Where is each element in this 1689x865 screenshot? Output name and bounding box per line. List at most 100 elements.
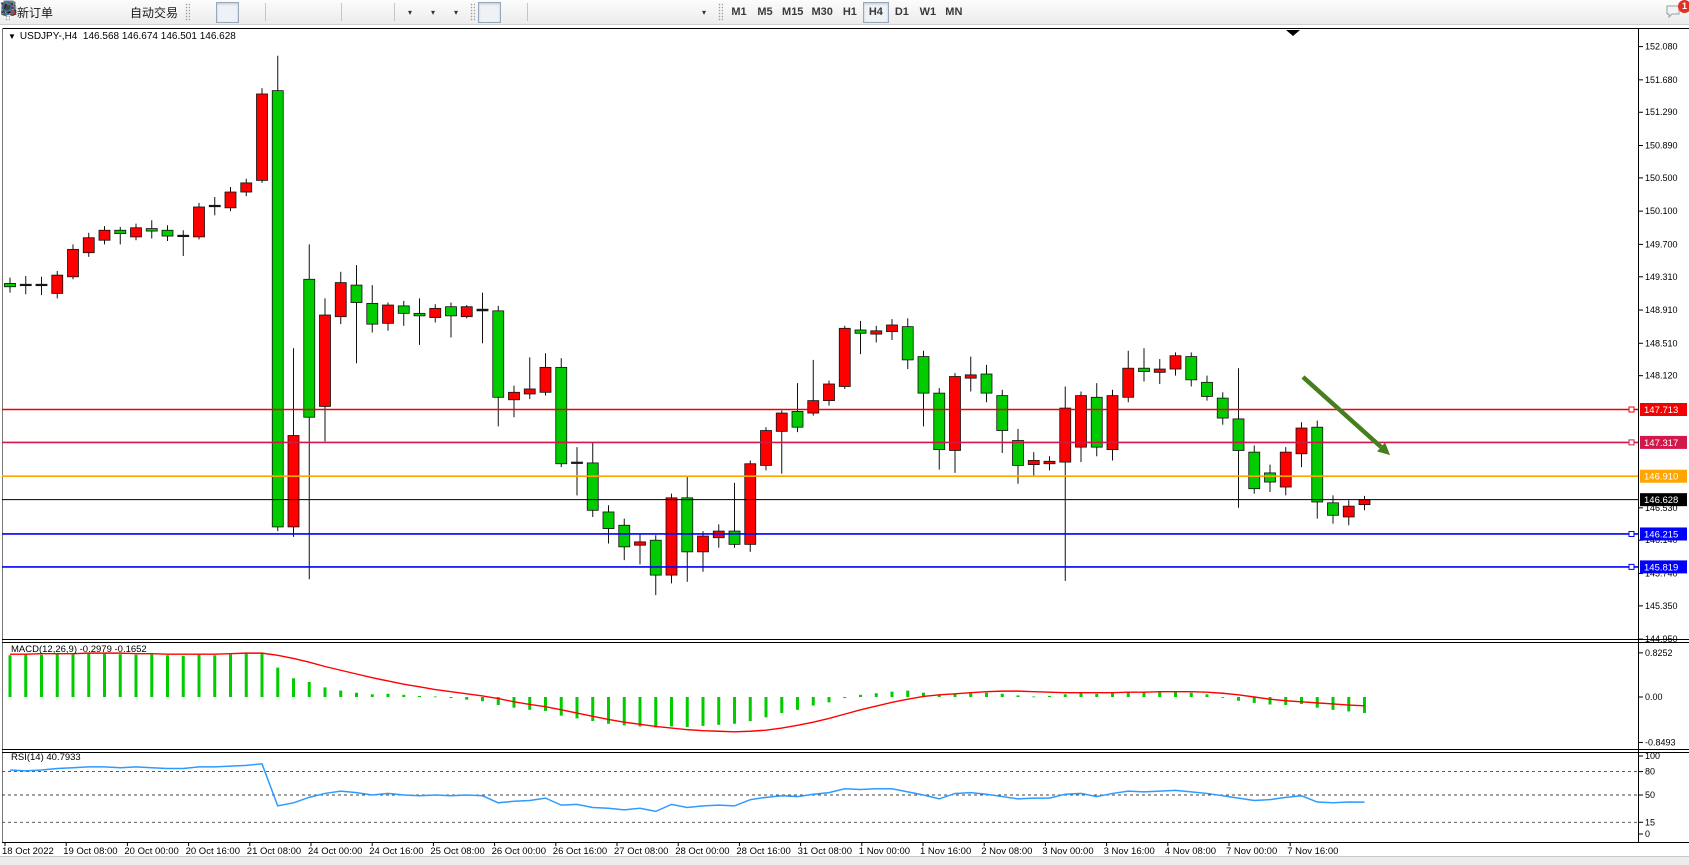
- chart-window[interactable]: 152.080151.680151.290150.890150.500150.1…: [0, 25, 1689, 865]
- trendline-tool-button[interactable]: [577, 2, 600, 23]
- chevron-down-icon: ▾: [408, 8, 412, 17]
- candle: [257, 94, 268, 180]
- macd-histogram-bar: [528, 697, 531, 710]
- timeframe-button-M15[interactable]: M15: [778, 2, 807, 23]
- candle: [824, 384, 835, 401]
- vertical-line-tool-button[interactable]: [531, 2, 554, 23]
- timeframe-button-H4[interactable]: H4: [863, 2, 889, 23]
- macd-histogram-bar: [717, 697, 720, 725]
- rsi-value: 40.7933: [46, 752, 80, 763]
- timeframe-button-D1[interactable]: D1: [889, 2, 915, 23]
- candle: [918, 357, 929, 394]
- arrows-tool-button[interactable]: ▾: [692, 2, 715, 23]
- macd-histogram-bar: [702, 697, 705, 726]
- cursor-button[interactable]: [478, 2, 501, 23]
- candle: [493, 311, 504, 397]
- chart-dropdown-icon[interactable]: ▼: [8, 32, 16, 41]
- horizontal-line-tool-button[interactable]: [554, 2, 577, 23]
- macd-histogram-bar: [1001, 694, 1004, 697]
- macd-histogram-bar: [1269, 697, 1272, 704]
- chart-shift-button[interactable]: [368, 2, 391, 23]
- gold-chart-button[interactable]: [57, 2, 80, 23]
- new-order-button[interactable]: 新订单: [13, 2, 57, 23]
- macd-histogram-bar: [9, 655, 12, 697]
- macd-histogram-bar: [103, 654, 106, 697]
- fibonacci-tool-button[interactable]: F: [623, 2, 646, 23]
- candle: [587, 463, 598, 510]
- candle: [477, 309, 488, 311]
- channel-tool-button[interactable]: E: [600, 2, 623, 23]
- macd-histogram-bar: [450, 697, 453, 698]
- macd-histogram-bar: [1363, 697, 1366, 713]
- macd-histogram-bar: [1253, 697, 1256, 703]
- price-chart-canvas[interactable]: 152.080151.680151.290150.890150.500150.1…: [0, 25, 1689, 865]
- timeframe-button-M30[interactable]: M30: [807, 2, 836, 23]
- toolbar-grip[interactable]: [470, 3, 475, 21]
- toolbar-grip[interactable]: [718, 3, 723, 21]
- timeframe-button-MN[interactable]: MN: [941, 2, 967, 23]
- macd-histogram-bar: [1190, 693, 1193, 697]
- candle: [1091, 397, 1102, 447]
- text-tool-button[interactable]: A: [646, 2, 669, 23]
- price-axis-tick: 152.080: [1645, 42, 1678, 52]
- market-watch-button[interactable]: [80, 2, 103, 23]
- toolbar-separator: [394, 3, 395, 21]
- candle: [1233, 419, 1244, 451]
- candle: [666, 498, 677, 575]
- periods-button[interactable]: ▾: [421, 2, 444, 23]
- candle: [461, 307, 472, 317]
- templates-button[interactable]: ▾: [444, 2, 467, 23]
- candle: [52, 275, 63, 293]
- toolbar-grip[interactable]: [185, 3, 190, 21]
- macd-histogram-bar: [623, 697, 626, 725]
- macd-histogram-bar: [229, 654, 232, 697]
- search-button[interactable]: [1641, 2, 1664, 23]
- candle: [1249, 452, 1260, 489]
- macd-histogram-bar: [1221, 697, 1224, 698]
- candle: [162, 230, 173, 236]
- auto-trading-button[interactable]: 自动交易: [126, 2, 182, 23]
- text-label-tool-button[interactable]: T: [669, 2, 692, 23]
- macd-histogram-bar: [1174, 692, 1177, 697]
- candle: [414, 313, 425, 315]
- macd-axis-tick: -0.8493: [1645, 737, 1676, 747]
- candle: [603, 512, 614, 529]
- indicators-button[interactable]: ▾: [398, 2, 421, 23]
- timeframe-button-M1[interactable]: M1: [726, 2, 752, 23]
- chart-symbol: USDJPY-,H4: [20, 31, 77, 42]
- candle: [1076, 396, 1087, 448]
- candle: [981, 374, 992, 393]
- zoom-out-button[interactable]: [292, 2, 315, 23]
- timeframe-button-H1[interactable]: H1: [837, 2, 863, 23]
- timeframe-button-M5[interactable]: M5: [752, 2, 778, 23]
- candle: [99, 230, 110, 240]
- candle: [1139, 368, 1150, 371]
- line-chart-button[interactable]: [239, 2, 262, 23]
- scroll-to-end-marker[interactable]: [1286, 30, 1300, 36]
- macd-histogram-bar: [1347, 697, 1350, 711]
- line-handle: [1629, 564, 1634, 569]
- candle: [398, 306, 409, 313]
- macd-histogram-bar: [906, 691, 909, 697]
- toolbar-separator: [265, 3, 266, 21]
- candle: [1343, 506, 1354, 517]
- macd-histogram-bar: [544, 697, 547, 711]
- candle: [808, 401, 819, 413]
- zoom-in-button[interactable]: [269, 2, 292, 23]
- macd-histogram-bar: [985, 693, 988, 697]
- macd-histogram-bar: [812, 697, 815, 706]
- price-axis-tick: 145.350: [1645, 601, 1678, 611]
- crosshair-button[interactable]: [501, 2, 524, 23]
- tile-windows-button[interactable]: [315, 2, 338, 23]
- candlestick-chart-button[interactable]: [216, 2, 239, 23]
- auto-scroll-button[interactable]: [345, 2, 368, 23]
- chart-ohlc-values: 146.568 146.674 146.501 146.628: [83, 31, 236, 42]
- timeframe-button-W1[interactable]: W1: [915, 2, 941, 23]
- signal-button[interactable]: [103, 2, 126, 23]
- line-handle: [1629, 407, 1634, 412]
- macd-histogram-bar: [591, 697, 594, 721]
- candle: [572, 462, 583, 463]
- notifications-button[interactable]: 1: [1664, 2, 1687, 23]
- bar-chart-button[interactable]: [193, 2, 216, 23]
- line-handle: [1629, 531, 1634, 536]
